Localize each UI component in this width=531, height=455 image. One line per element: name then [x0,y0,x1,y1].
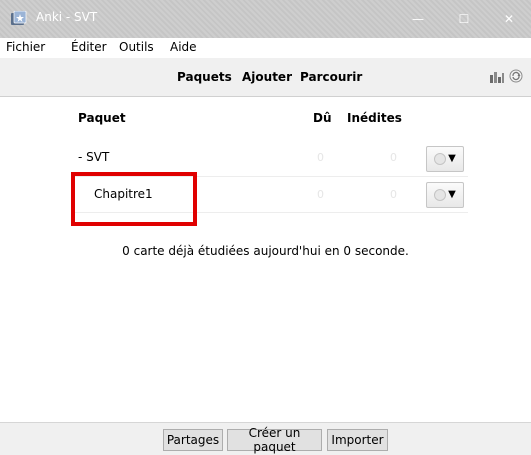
top-toolbar: Paquets Ajouter Parcourir [0,58,531,97]
minimize-icon: — [412,12,424,26]
partages-button[interactable]: Partages [163,429,223,451]
gear-icon [434,153,447,165]
deck-chapitre1-due-count: 0 [317,188,324,201]
menu-editer[interactable]: Éditer [71,40,107,54]
deck-svt-due-count: 0 [317,151,324,164]
deck-name-svt[interactable]: - SVT [78,150,109,164]
maximize-icon: ☐ [458,12,470,26]
maximize-button[interactable]: ☐ [441,0,487,38]
import-button[interactable]: Importer [327,429,388,451]
studied-today-text: 0 carte déjà étudiées aujourd'hui en 0 s… [122,244,409,258]
menu-bar: Fichier Éditer Outils Aide [0,38,531,58]
window-title: Anki - SVT [36,10,98,24]
minimize-button[interactable]: — [395,0,441,38]
gear-icon [434,189,447,201]
toolbar-parcourir-link[interactable]: Parcourir [300,70,362,84]
deck-chapitre1-new-count: 0 [390,188,397,201]
toolbar-ajouter-link[interactable]: Ajouter [242,70,292,84]
highlight-box [71,172,197,226]
sync-icon[interactable] [509,69,523,83]
due-column-header: Dû [313,111,332,125]
close-icon: ✕ [503,12,515,26]
deck-chapitre1-options-button[interactable]: ▼ [426,182,464,208]
dropdown-arrow-icon: ▼ [448,189,456,200]
menu-outils[interactable]: Outils [119,40,154,54]
create-deck-button[interactable]: Créer un paquet [227,426,322,454]
menu-aide[interactable]: Aide [170,40,197,54]
stats-icon[interactable] [489,70,505,84]
deck-column-header: Paquet [78,111,126,125]
deck-svt-new-count: 0 [390,151,397,164]
menu-fichier[interactable]: Fichier [6,40,45,54]
window-titlebar[interactable]: Anki - SVT — ☐ ✕ [0,0,531,38]
deck-svt-options-button[interactable]: ▼ [426,146,464,172]
dropdown-arrow-icon: ▼ [448,153,456,164]
close-button[interactable]: ✕ [486,0,531,38]
toolbar-paquets-link[interactable]: Paquets [177,70,232,84]
bottom-bar: Partages Créer un paquet Importer [0,422,531,455]
new-column-header: Inédites [347,111,402,125]
anki-app-icon [11,11,27,25]
